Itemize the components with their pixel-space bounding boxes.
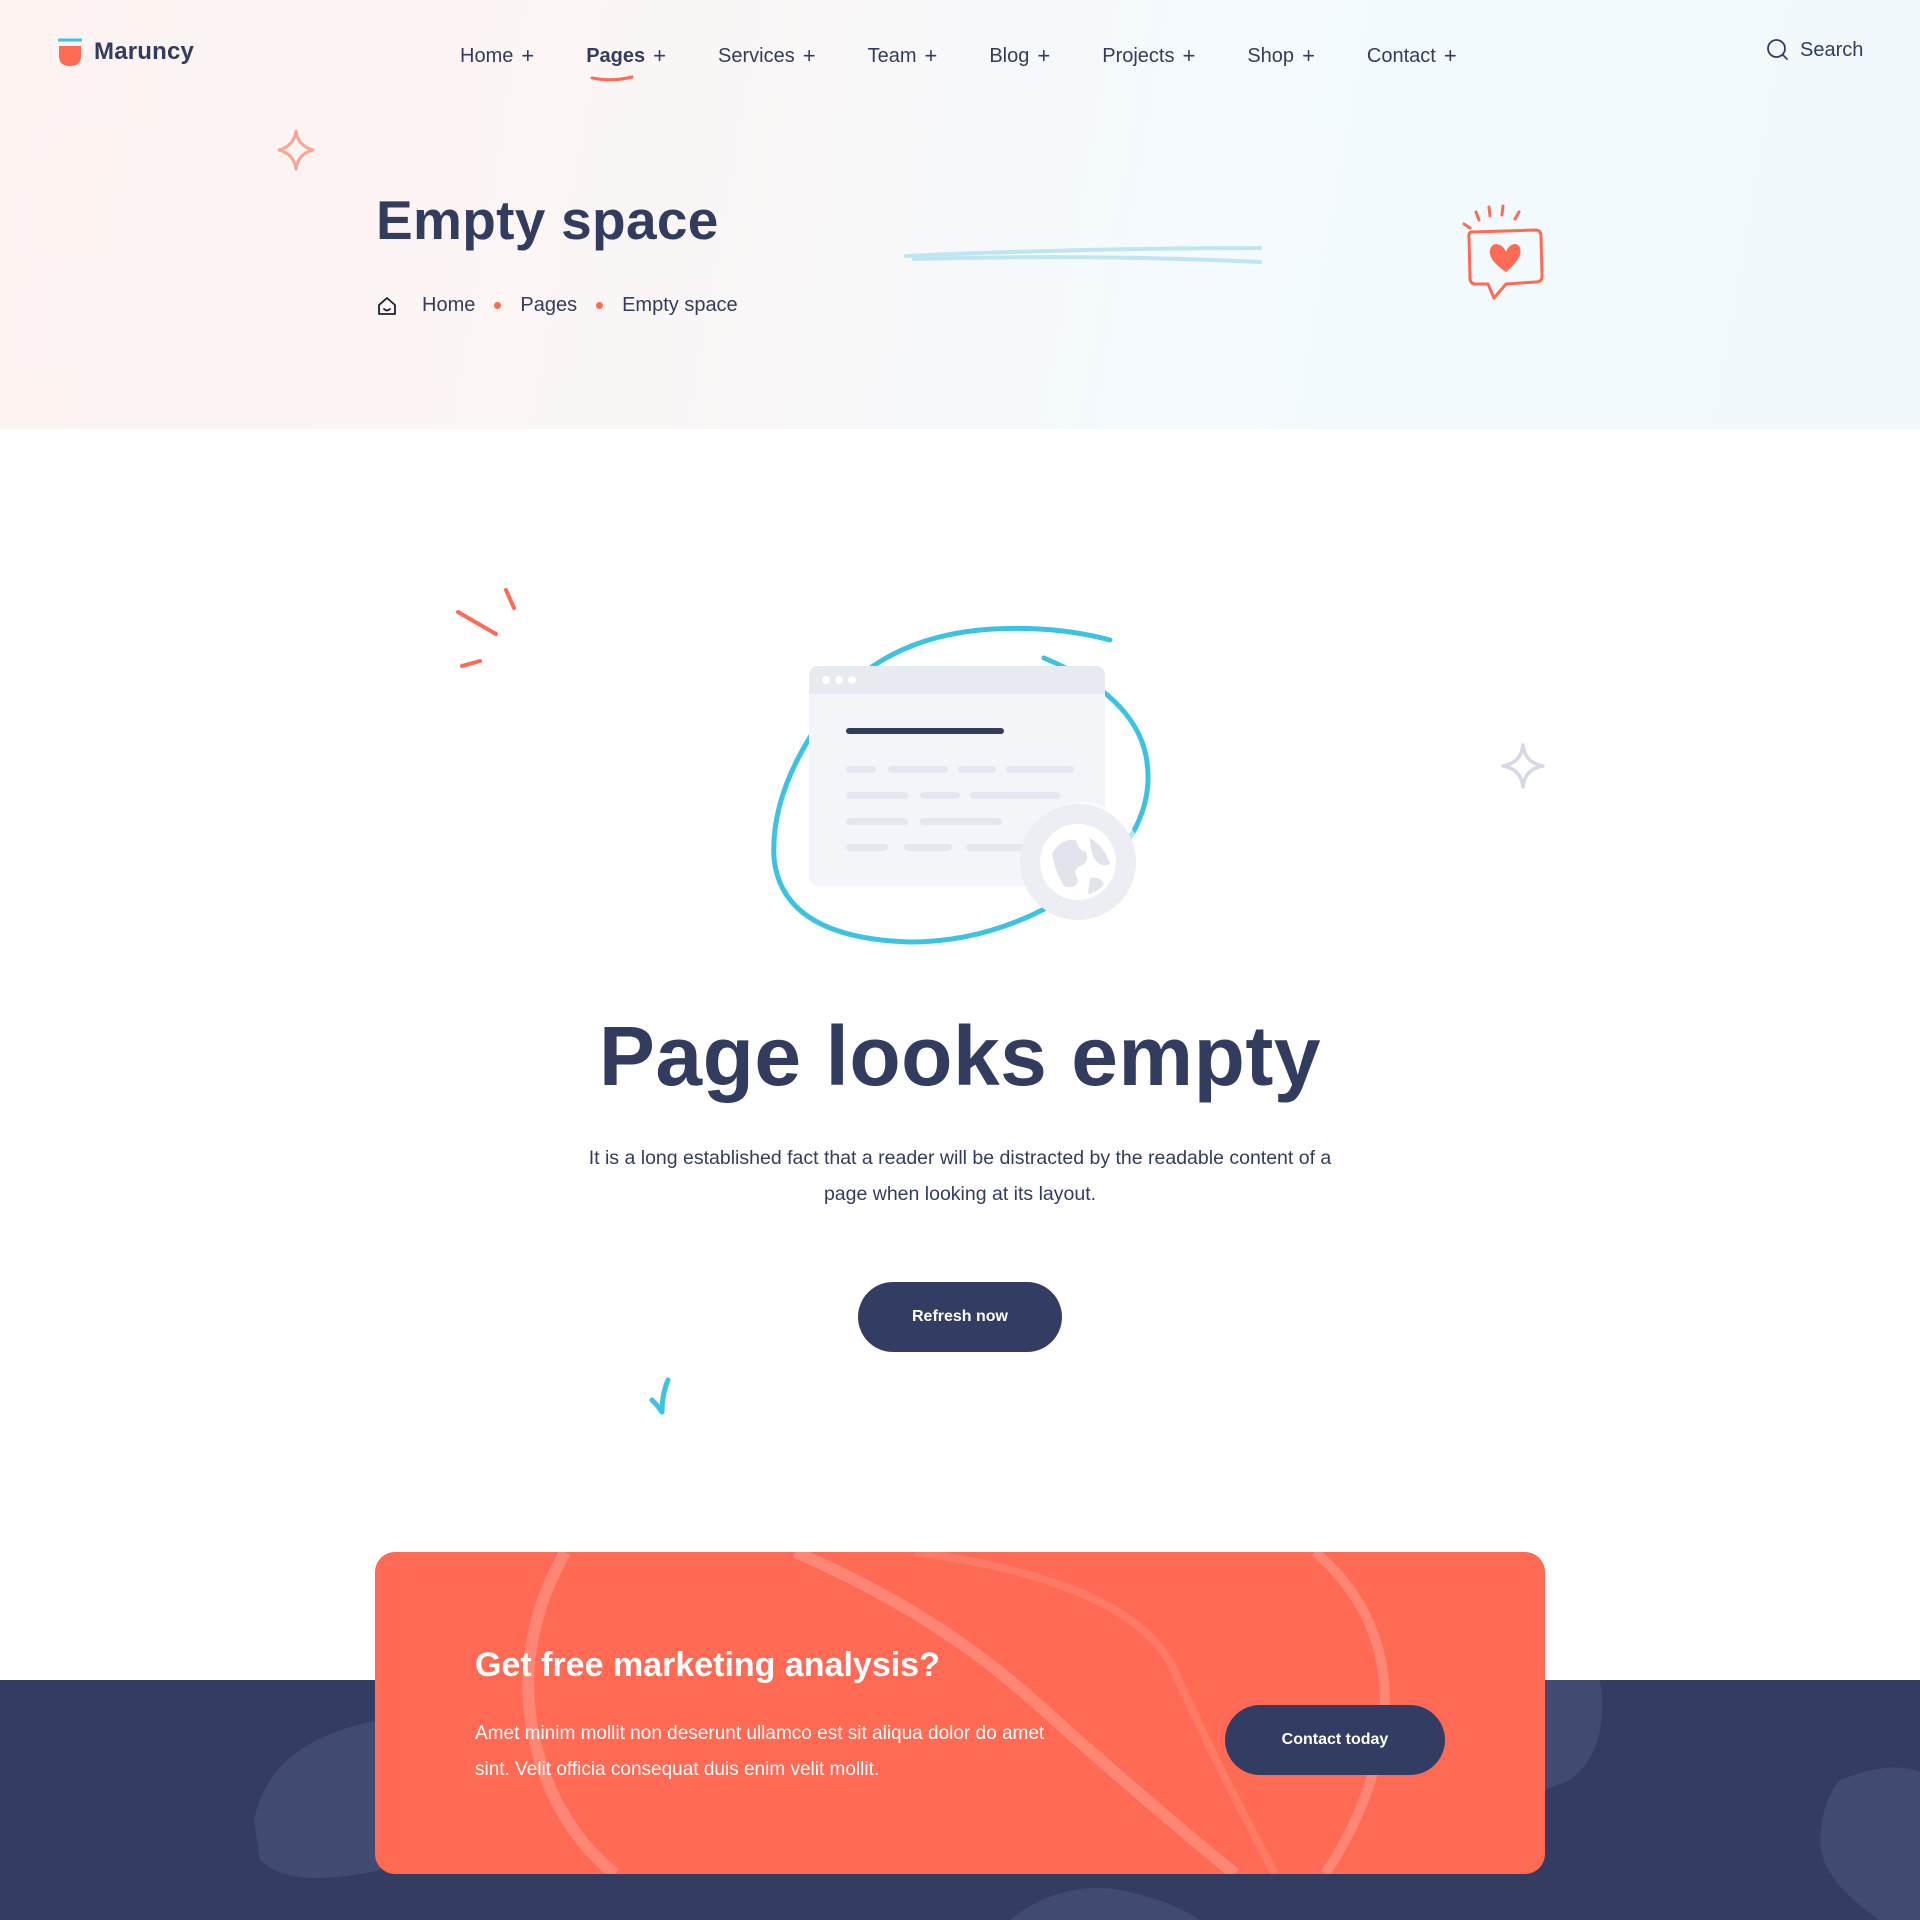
search-label: Search (1800, 38, 1864, 61)
brand-name: Maruncy (94, 38, 195, 65)
logo-cup-icon (58, 38, 82, 66)
breadcrumb-current: Empty space (622, 294, 738, 316)
nav-item-home[interactable]: Home + (460, 40, 534, 72)
nav-item-label: Home (460, 44, 514, 67)
nav-item-label: Services (718, 44, 795, 67)
empty-state-title: Page looks empty (598, 1009, 1322, 1103)
nav-item-label: Team (867, 44, 917, 67)
nav-item-services[interactable]: Services + (718, 40, 816, 72)
sparkle-icon (277, 129, 315, 171)
main-navigation: Home + Pages + Services + Team + Blog + … (460, 40, 1509, 82)
heart-message-icon (1462, 204, 1544, 300)
page-title: Empty space (376, 189, 719, 251)
breadcrumb-pages[interactable]: Pages (520, 294, 577, 317)
contact-today-button[interactable]: Contact today (1225, 1705, 1445, 1775)
empty-state-description: It is a long established fact that a rea… (588, 1147, 1332, 1205)
home-icon[interactable] (376, 295, 398, 317)
burst-lines-decoration (456, 588, 516, 668)
refresh-now-button[interactable]: Refresh now (858, 1282, 1062, 1352)
nav-item-pages[interactable]: Pages + (586, 40, 667, 82)
plus-icon: + (924, 43, 938, 68)
search-icon (1767, 39, 1788, 60)
plus-icon: + (1037, 43, 1051, 68)
cta-banner: Get free marketing analysis? Amet minim … (375, 1552, 1545, 1874)
nav-item-label: Projects (1102, 44, 1175, 67)
plus-icon: + (802, 43, 816, 68)
nav-item-label: Contact (1366, 44, 1436, 67)
nav-item-contact[interactable]: Contact + (1367, 40, 1457, 72)
plus-icon: + (653, 43, 667, 68)
brand-logo[interactable]: Maruncy (58, 36, 194, 68)
plus-icon: + (521, 43, 535, 68)
nav-item-label: Blog (989, 44, 1030, 67)
cta-title: Get free marketing analysis? (475, 1646, 940, 1684)
nav-item-blog[interactable]: Blog + (989, 40, 1050, 72)
nav-item-team[interactable]: Team + (868, 40, 938, 72)
plus-icon: + (1302, 43, 1315, 68)
scribble-line-decoration (904, 246, 1262, 264)
search-button[interactable]: Search (1766, 38, 1863, 62)
check-mark-decoration (649, 1377, 671, 1415)
plus-icon: + (1443, 43, 1457, 68)
breadcrumb-separator (494, 302, 502, 309)
empty-browser-illustration (771, 625, 1151, 945)
breadcrumb-home[interactable]: Home (422, 294, 475, 317)
nav-item-label: Pages (586, 44, 646, 67)
nav-item-shop[interactable]: Shop + (1247, 40, 1315, 72)
breadcrumb: Home Pages Empty space (376, 294, 738, 317)
nav-item-label: Shop (1247, 44, 1295, 67)
plus-icon: + (1182, 43, 1196, 68)
active-underline (590, 75, 634, 82)
sparkle-icon (1501, 743, 1545, 789)
cta-description: Amet minim mollit non deserunt ullamco e… (475, 1723, 1045, 1780)
page-hero: Maruncy Home + Pages + Services + Team +… (0, 0, 1920, 429)
breadcrumb-separator (596, 302, 604, 309)
nav-item-projects[interactable]: Projects + (1102, 40, 1195, 72)
